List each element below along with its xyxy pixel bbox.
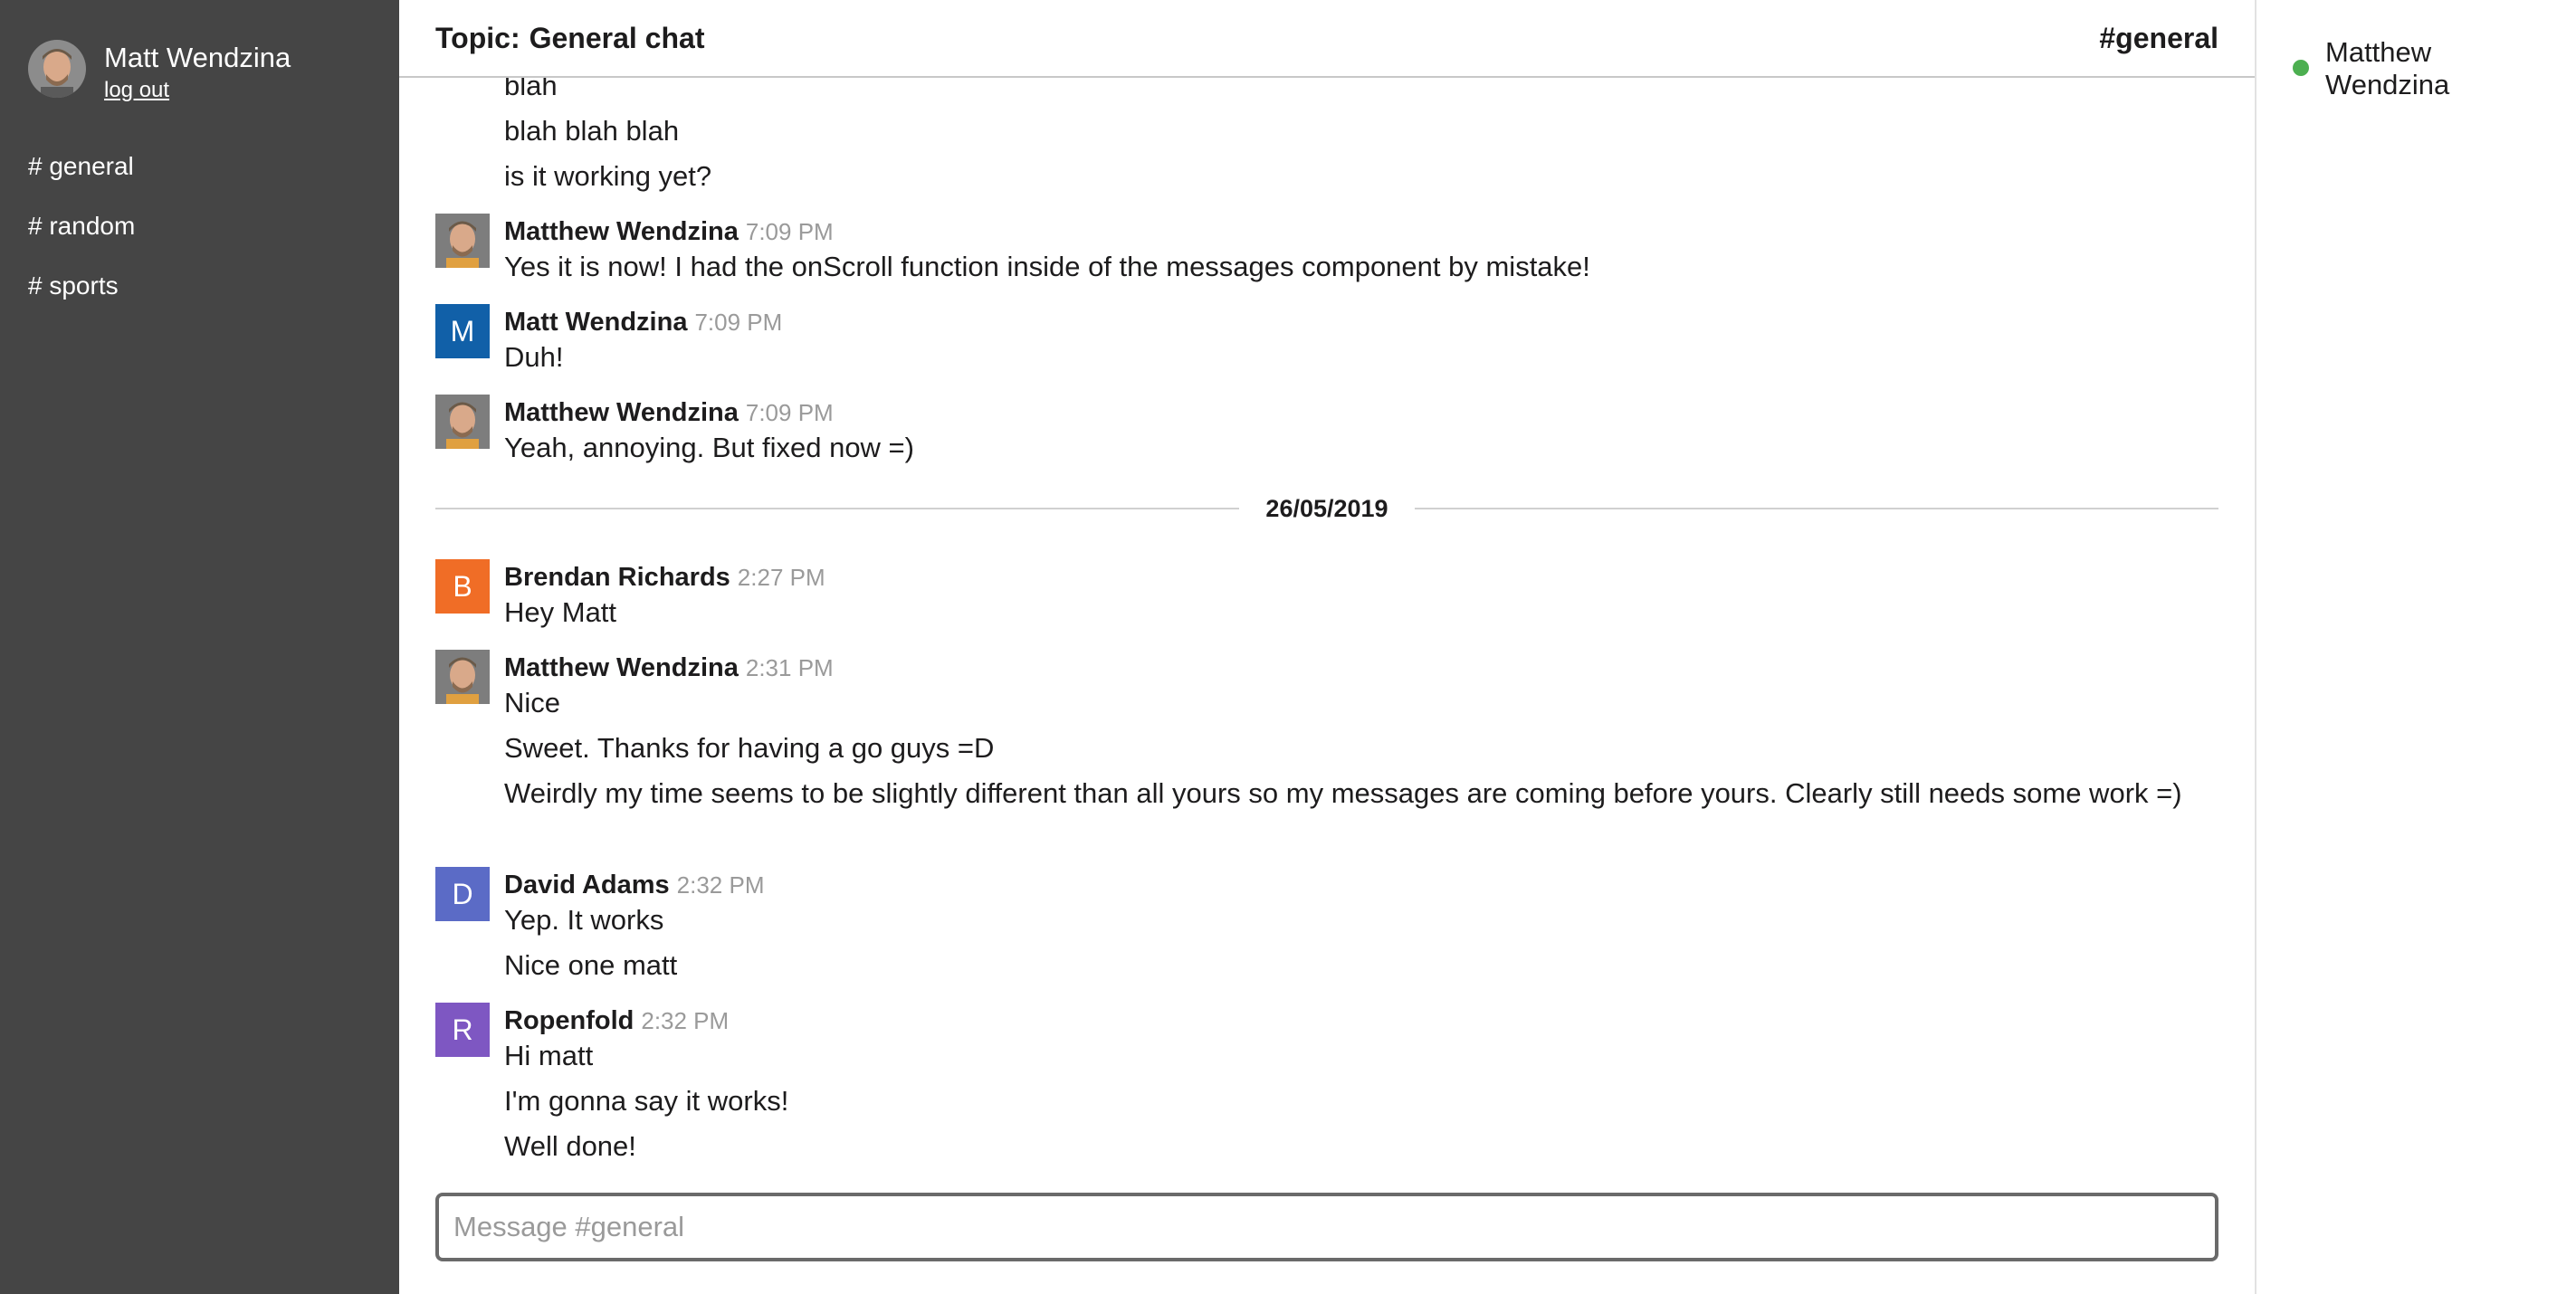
message-text: Nice one matt bbox=[504, 949, 678, 981]
message-time: 2:32 PM bbox=[676, 871, 765, 899]
message-text: Hey Matt bbox=[504, 596, 617, 628]
topic-text: General chat bbox=[529, 22, 705, 54]
message-text: Weirdly my time seems to be slightly dif… bbox=[504, 777, 2182, 809]
channel-general[interactable]: # general bbox=[28, 150, 135, 210]
logout-link[interactable]: log out bbox=[104, 76, 169, 105]
message-time: 2:32 PM bbox=[641, 1007, 730, 1034]
avatar[interactable]: D bbox=[435, 867, 490, 921]
avatar[interactable] bbox=[435, 650, 490, 704]
current-channel: #general bbox=[2099, 22, 2218, 54]
user-name: Matt Wendzina bbox=[104, 42, 291, 73]
message-composer bbox=[435, 1193, 2218, 1261]
channel-sports[interactable]: # sports bbox=[28, 270, 135, 329]
sidebar: Matt Wendzina log out # general # random… bbox=[0, 0, 399, 1294]
message-text: Nice bbox=[504, 687, 561, 718]
message-input[interactable] bbox=[439, 1196, 2215, 1258]
user-avatar[interactable] bbox=[28, 40, 86, 98]
divider-date: 26/05/2019 bbox=[1265, 495, 1388, 522]
message-author[interactable]: Matthew Wendzina bbox=[504, 653, 739, 682]
message-header: Brendan Richards 2:27 PM bbox=[504, 561, 825, 594]
message-text: Yes it is now! I had the onScroll functi… bbox=[504, 251, 1590, 282]
message-text: I'm gonna say it works! bbox=[504, 1085, 789, 1117]
message-author[interactable]: Ropenfold bbox=[504, 1006, 634, 1035]
message-text: Sweet. Thanks for having a go guys =D bbox=[504, 732, 995, 764]
message-list[interactable]: blah blah blah blah is it working yet? M… bbox=[435, 70, 2218, 1182]
member-name: Matthew Wendzina bbox=[2325, 36, 2450, 100]
message-header: Ropenfold 2:32 PM bbox=[504, 1004, 729, 1037]
user-photo-icon bbox=[435, 395, 490, 449]
message-header: David Adams 2:32 PM bbox=[504, 869, 764, 901]
avatar[interactable]: M bbox=[435, 304, 490, 358]
channel-list: # general # random # sports bbox=[28, 150, 135, 329]
message-time: 2:31 PM bbox=[745, 654, 834, 681]
message-author[interactable]: Brendan Richards bbox=[504, 563, 730, 592]
avatar[interactable] bbox=[435, 214, 490, 268]
message-author[interactable]: Matthew Wendzina bbox=[504, 217, 739, 246]
chat-main: Topic: General chat #general blah blah bl… bbox=[399, 0, 2255, 1294]
user-profile: Matt Wendzina log out bbox=[28, 40, 390, 105]
user-photo-icon bbox=[28, 40, 86, 98]
online-dot-icon bbox=[2293, 60, 2309, 76]
message-header: Matthew Wendzina 7:09 PM bbox=[504, 215, 834, 248]
channel-topic: Topic: General chat bbox=[435, 20, 704, 56]
avatar[interactable]: B bbox=[435, 559, 490, 614]
message-header: Matt Wendzina 7:09 PM bbox=[504, 306, 782, 338]
message-text: Yep. It works bbox=[504, 904, 664, 936]
message-header: Matthew Wendzina 2:31 PM bbox=[504, 652, 834, 684]
message-author[interactable]: Matt Wendzina bbox=[504, 308, 687, 337]
message-time: 7:09 PM bbox=[694, 309, 783, 336]
user-photo-icon bbox=[435, 214, 490, 268]
topic-label: Topic: bbox=[435, 22, 520, 54]
message-time: 7:09 PM bbox=[745, 218, 834, 245]
message-text: Hi matt bbox=[504, 1040, 594, 1071]
member-list: Matthew Wendzina bbox=[2255, 0, 2576, 1294]
user-photo-icon bbox=[435, 650, 490, 704]
avatar[interactable]: R bbox=[435, 1003, 490, 1057]
avatar[interactable] bbox=[435, 395, 490, 449]
message-text: blah blah blah bbox=[504, 115, 680, 147]
message-time: 2:27 PM bbox=[737, 564, 825, 591]
chat-header: Topic: General chat #general bbox=[399, 0, 2255, 78]
message-header: Matthew Wendzina 7:09 PM bbox=[504, 396, 834, 429]
message-time: 7:09 PM bbox=[745, 399, 834, 426]
channel-random[interactable]: # random bbox=[28, 210, 135, 270]
message-author[interactable]: David Adams bbox=[504, 871, 670, 899]
message-text: is it working yet? bbox=[504, 160, 712, 192]
date-divider: 26/05/2019 bbox=[435, 490, 2218, 527]
message-text: Well done! bbox=[504, 1130, 636, 1162]
message-text: Yeah, annoying. But fixed now =) bbox=[504, 432, 914, 463]
message-text: Duh! bbox=[504, 341, 564, 373]
message-author[interactable]: Matthew Wendzina bbox=[504, 398, 739, 427]
